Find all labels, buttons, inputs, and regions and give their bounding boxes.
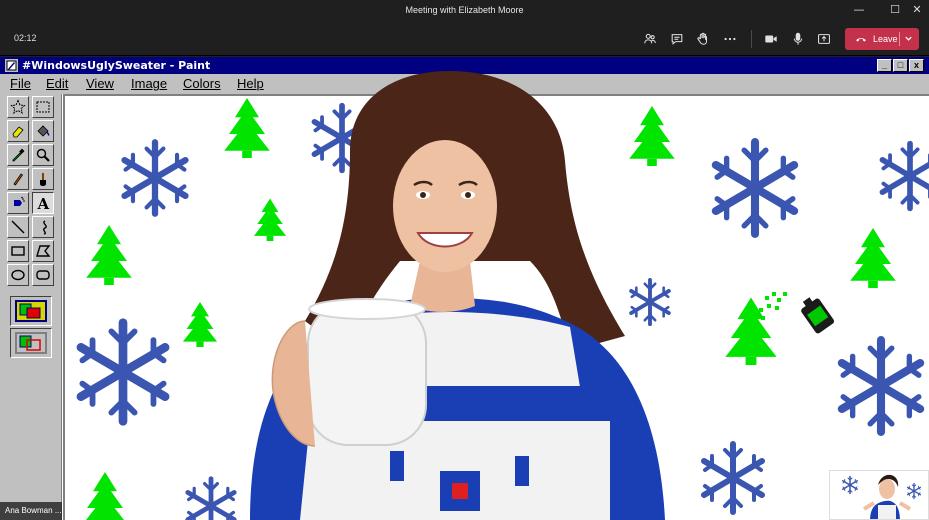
tool-magnifier[interactable] — [32, 144, 54, 166]
leave-divider — [899, 32, 900, 46]
pencil-icon — [13, 173, 24, 186]
paint-close-button[interactable]: x — [909, 59, 924, 72]
menu-file[interactable]: File — [10, 76, 31, 91]
color-option-transparent[interactable] — [10, 328, 52, 358]
curve-icon — [43, 220, 47, 235]
paint-minimize-button[interactable]: _ — [877, 59, 892, 72]
share-icon — [818, 34, 830, 44]
more-icon — [724, 37, 736, 41]
tool-polygon[interactable] — [32, 240, 54, 262]
camera-button[interactable] — [762, 30, 780, 48]
snowflake-icon — [842, 340, 920, 432]
tree-icon — [182, 302, 218, 347]
toolbar-divider — [751, 30, 752, 48]
window-title: Meeting with Elizabeth Moore — [405, 5, 524, 15]
tool-airbrush[interactable] — [7, 192, 29, 214]
minimize-button[interactable]: — — [842, 0, 876, 20]
eyedropper-icon — [12, 148, 25, 162]
rect-select-icon — [36, 101, 50, 113]
rectangle-icon — [11, 246, 25, 256]
window-titlebar: Meeting with Elizabeth Moore — ☐ ✕ — [0, 0, 929, 22]
snowflake-icon — [882, 144, 929, 209]
snowflake-icon — [188, 479, 234, 520]
tree-icon — [82, 472, 128, 520]
menu-colors[interactable]: Colors — [183, 76, 221, 91]
tool-free-select[interactable] — [7, 96, 29, 118]
menu-image[interactable]: Image — [131, 76, 167, 91]
people-icon — [644, 33, 656, 44]
leave-button[interactable]: Leave — [845, 28, 919, 50]
chat-button[interactable] — [668, 30, 686, 48]
snowflake-icon — [81, 323, 165, 422]
tool-rectangle[interactable] — [7, 240, 29, 262]
tool-text[interactable]: A — [32, 192, 54, 214]
share-button[interactable] — [815, 30, 833, 48]
transparent-swatch — [15, 332, 47, 354]
participant-name: Ana Bowman — [5, 506, 53, 515]
color-option-opaque[interactable] — [10, 296, 52, 326]
text-tool-icon: A — [37, 195, 50, 211]
raise-hand-button[interactable] — [694, 30, 712, 48]
video-stage: #WindowsUglySweater - Paint _ □ x File E… — [0, 57, 929, 520]
meeting-timer: 02:12 — [14, 33, 37, 43]
tool-pencil[interactable] — [7, 168, 29, 190]
paint-app-icon — [5, 59, 18, 72]
self-view-tile[interactable] — [829, 470, 929, 520]
mic-button[interactable] — [789, 30, 807, 48]
people-button[interactable] — [641, 30, 659, 48]
menu-edit[interactable]: Edit — [46, 76, 68, 91]
mic-icon — [793, 32, 803, 45]
raise-hand-icon — [697, 32, 708, 45]
tool-color-picker[interactable] — [7, 144, 29, 166]
tree-icon — [850, 228, 896, 288]
opaque-shapes-icon — [19, 303, 41, 319]
tool-curve[interactable] — [32, 216, 54, 238]
self-view-video — [842, 474, 922, 519]
close-button[interactable]: ✕ — [905, 0, 929, 20]
paint-window-title: #WindowsUglySweater - Paint — [22, 59, 211, 72]
paint-maximize-button[interactable]: □ — [893, 59, 908, 72]
transparent-shapes-icon — [19, 335, 41, 351]
snowflake-icon — [125, 142, 186, 213]
tool-rect-select[interactable] — [32, 96, 54, 118]
meeting-control-bar: 02:12 Leave — [0, 22, 929, 56]
brush-icon — [40, 173, 46, 186]
airbrush-icon — [14, 196, 25, 206]
magnifier-icon — [36, 148, 50, 162]
presenter-video — [230, 71, 670, 520]
rounded-rect-icon — [36, 270, 50, 280]
polygon-icon — [36, 245, 51, 257]
tool-rounded-rect[interactable] — [32, 264, 54, 286]
snowflake-icon — [704, 444, 762, 512]
eraser-icon — [12, 126, 24, 138]
camera-icon — [765, 35, 777, 43]
tool-eraser[interactable] — [7, 120, 29, 142]
svg-text:A: A — [37, 195, 50, 211]
star-select-icon — [10, 99, 26, 115]
spray-can-icon — [801, 297, 835, 334]
participant-more-button[interactable]: ... — [55, 506, 62, 515]
paint-toolbox: A — [0, 94, 62, 520]
snowflake-icon — [716, 142, 794, 234]
leave-label: Leave — [873, 34, 898, 44]
tool-line[interactable] — [7, 216, 29, 238]
more-actions-button[interactable] — [721, 30, 739, 48]
tool-ellipse[interactable] — [7, 264, 29, 286]
ellipse-icon — [11, 269, 25, 281]
tree-icon — [86, 225, 132, 285]
tool-brush[interactable] — [32, 168, 54, 190]
tool-fill[interactable] — [32, 120, 54, 142]
hang-up-icon — [856, 38, 866, 42]
participant-name-tag: Ana Bowman ... — [0, 502, 62, 520]
menu-view[interactable]: View — [86, 76, 114, 91]
chevron-down-icon[interactable] — [904, 34, 913, 43]
opaque-swatch — [15, 300, 47, 322]
paint-bucket-icon — [37, 125, 50, 137]
line-icon — [11, 220, 25, 234]
chat-icon — [671, 34, 683, 45]
